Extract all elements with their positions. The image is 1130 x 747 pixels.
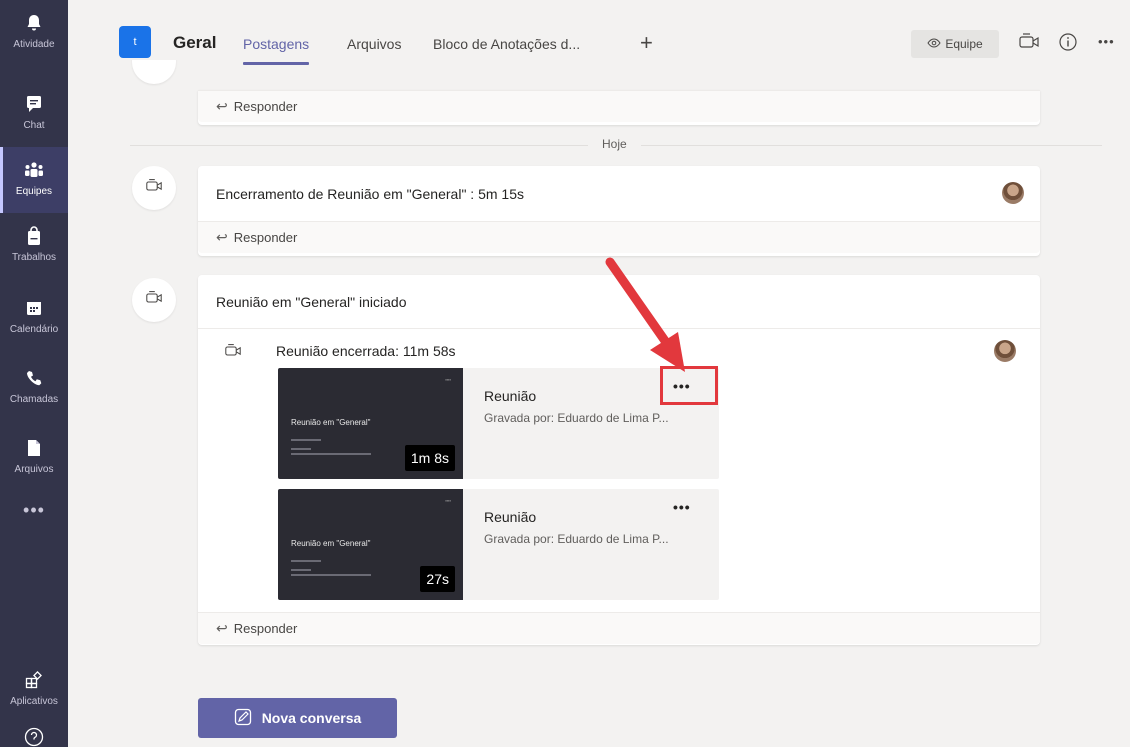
rail-label: Atividade xyxy=(13,39,55,50)
thumbnail-title: Reunião em "General" xyxy=(291,539,371,548)
duration-badge: 27s xyxy=(420,566,455,592)
recording-card[interactable]: ▪▪▪▪ Reunião em "General" 27s Reunião Gr… xyxy=(278,489,719,600)
phone-icon xyxy=(23,367,45,389)
tab-notebook[interactable]: Bloco de Anotações d... xyxy=(433,36,580,52)
rail-label: Trabalhos xyxy=(11,252,57,263)
meeting-icon xyxy=(224,343,242,362)
team-button[interactable]: Equipe xyxy=(911,30,999,58)
post-title: Encerramento de Reunião em "General" : 5… xyxy=(216,185,524,202)
meeting-ended-text: Reunião encerrada: 11m 58s xyxy=(276,343,456,359)
chat-icon xyxy=(23,93,45,115)
rail-label: Equipes xyxy=(15,186,53,197)
add-tab-button[interactable]: + xyxy=(640,30,653,56)
meeting-icon xyxy=(145,290,163,311)
post-title: Reunião em "General" iniciado xyxy=(216,293,407,310)
rail-item-calls[interactable]: Chamadas xyxy=(0,355,68,421)
thumbnail-line xyxy=(291,560,321,562)
tab-posts[interactable]: Postagens xyxy=(243,36,310,65)
recording-title: Reunião xyxy=(484,388,537,404)
rail-label: Arquivos xyxy=(14,464,54,475)
bell-icon xyxy=(23,12,45,34)
rail-label: Aplicativos xyxy=(10,696,58,707)
reply-label: Responder xyxy=(233,230,298,245)
thumbnail-line xyxy=(291,574,371,576)
thumbnail-line xyxy=(291,569,311,571)
thumbnail-line xyxy=(291,448,311,450)
meet-now-icon[interactable] xyxy=(1018,32,1040,57)
rail-item-teams[interactable]: Equipes xyxy=(0,147,68,213)
thumbnail-corner-mark: ▪▪▪▪ xyxy=(445,377,451,382)
help-icon[interactable] xyxy=(24,727,44,747)
rail-item-chat[interactable]: Chat xyxy=(0,81,68,147)
rail-item-assignments[interactable]: Trabalhos xyxy=(0,213,68,279)
reply-arrow-icon: ↩ xyxy=(216,98,228,114)
reply-arrow-icon: ↩ xyxy=(216,620,228,636)
app-rail: Atividade Chat Equipes Trabalhos Calendá… xyxy=(0,0,68,747)
duration-badge: 1m 8s xyxy=(404,445,455,471)
meeting-icon xyxy=(145,178,163,199)
avatar[interactable] xyxy=(994,340,1016,362)
team-avatar[interactable]: t xyxy=(119,26,151,58)
reply-button[interactable]: ↩ Responder xyxy=(198,612,1040,644)
new-conversation-button[interactable]: Nova conversa xyxy=(198,698,397,738)
recording-more-button[interactable]: ••• xyxy=(673,499,691,515)
previous-post: ↩ Responder xyxy=(198,90,1040,125)
conversation-feed: ↩ Responder Hoje Encerramento de Reunião… xyxy=(68,60,1130,747)
rail-item-files[interactable]: Arquivos xyxy=(0,425,68,491)
meeting-ended-post: Encerramento de Reunião em "General" : 5… xyxy=(198,166,1040,256)
rail-item-activity[interactable]: Atividade xyxy=(0,0,68,66)
date-divider-label: Hoje xyxy=(588,137,641,151)
reply-label: Responder xyxy=(233,621,298,636)
recording-card[interactable]: ▪▪▪▪ Reunião em "General" 1m 8s Reunião … xyxy=(278,368,719,479)
file-icon xyxy=(23,437,45,459)
reply-button[interactable]: ↩ Responder xyxy=(198,221,1040,253)
recording-author: Gravada por: Eduardo de Lima P... xyxy=(484,532,669,546)
rail-label: Calendário xyxy=(9,324,59,335)
rail-label: Chamadas xyxy=(9,394,59,405)
thumbnail-corner-mark: ▪▪▪▪ xyxy=(445,498,451,503)
info-icon[interactable] xyxy=(1058,32,1078,57)
rail-item-apps[interactable]: Aplicativos xyxy=(0,657,68,723)
annotation-arrow-icon xyxy=(605,257,685,372)
annotation-highlight-box xyxy=(660,366,718,405)
new-conversation-label: Nova conversa xyxy=(261,710,362,726)
tab-files[interactable]: Arquivos xyxy=(347,36,401,52)
recording-thumbnail[interactable]: ▪▪▪▪ Reunião em "General" 27s xyxy=(278,489,463,600)
thumbnail-title: Reunião em "General" xyxy=(291,418,371,427)
eye-icon xyxy=(927,37,941,51)
reply-arrow-icon: ↩ xyxy=(216,229,228,245)
compose-icon xyxy=(234,708,252,729)
apps-icon xyxy=(23,669,45,691)
thumbnail-line xyxy=(291,439,321,441)
assignments-icon xyxy=(23,225,45,247)
recording-thumbnail[interactable]: ▪▪▪▪ Reunião em "General" 1m 8s xyxy=(278,368,463,479)
meeting-post-icon-circle xyxy=(132,278,176,322)
thumbnail-line xyxy=(291,453,371,455)
rail-item-calendar[interactable]: Calendário xyxy=(0,285,68,351)
post-avatar xyxy=(132,60,176,84)
team-button-label: Equipe xyxy=(945,37,983,51)
teams-icon xyxy=(23,159,45,181)
recording-title: Reunião xyxy=(484,509,537,525)
reply-label: Responder xyxy=(233,99,298,114)
avatar[interactable] xyxy=(1002,182,1024,204)
calendar-icon xyxy=(23,297,45,319)
recording-author: Gravada por: Eduardo de Lima P... xyxy=(484,411,669,425)
rail-label: Chat xyxy=(23,120,45,131)
more-options-button[interactable]: ••• xyxy=(1098,34,1115,49)
reply-button[interactable]: ↩ Responder xyxy=(198,90,1040,122)
post-title-row: Encerramento de Reunião em "General" : 5… xyxy=(198,166,1040,221)
meeting-post-icon-circle xyxy=(132,166,176,210)
rail-more-button[interactable]: ••• xyxy=(0,500,68,521)
channel-name: Geral xyxy=(173,33,217,52)
